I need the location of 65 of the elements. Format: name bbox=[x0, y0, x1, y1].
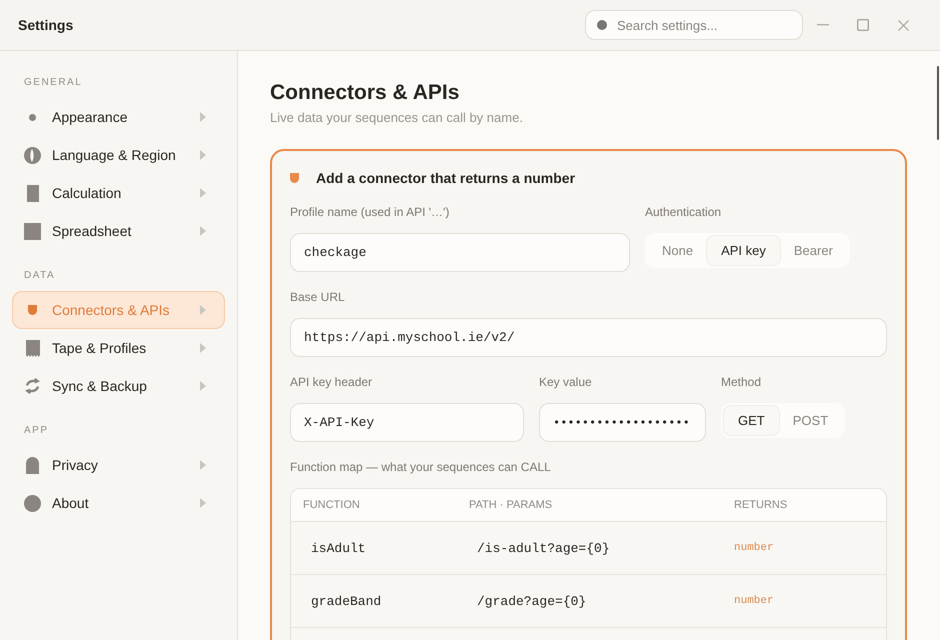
card-title: Add a connector that returns a number bbox=[316, 170, 576, 186]
sidebar-item[interactable]: Language & Region bbox=[12, 136, 225, 174]
profile-name-field[interactable]: checkage bbox=[290, 233, 630, 272]
sidebar-item[interactable]: Tape & Profiles bbox=[12, 329, 225, 367]
circle-icon bbox=[24, 494, 41, 512]
table-cell: number bbox=[721, 522, 886, 575]
section-label: GENERAL bbox=[24, 77, 82, 89]
field-label: API key header bbox=[290, 375, 372, 389]
receipt-icon bbox=[26, 340, 40, 356]
table-cell: /is-adult?age={0} bbox=[456, 522, 721, 575]
shield-icon bbox=[290, 173, 299, 183]
field-label: Method bbox=[721, 375, 762, 389]
column-header: FUNCTION bbox=[291, 489, 456, 522]
dot-icon bbox=[29, 114, 36, 120]
lock-icon bbox=[26, 456, 39, 474]
sidebar-item[interactable]: About bbox=[12, 484, 225, 522]
base-url-field[interactable]: https://api.myschool.ie/v2/ bbox=[290, 318, 887, 357]
field-label: Base URL bbox=[290, 290, 345, 304]
sidebar-item[interactable]: Appearance bbox=[12, 98, 225, 136]
chevron-icon bbox=[200, 343, 206, 353]
section-label: DATA bbox=[24, 270, 56, 282]
chevron-icon bbox=[200, 112, 206, 122]
table-cell: gradeBand bbox=[291, 575, 456, 628]
chevron-icon bbox=[200, 188, 206, 198]
auth-option[interactable]: None bbox=[648, 236, 708, 265]
api-key-header-field[interactable]: X-API-Key bbox=[290, 403, 524, 442]
method-option[interactable]: GET bbox=[724, 406, 779, 435]
search-field[interactable]: Search settings... bbox=[585, 10, 803, 40]
section-label: APP bbox=[24, 425, 49, 437]
password-field[interactable]: ••••••••••••••••••• bbox=[539, 403, 706, 442]
auth-option[interactable]: Bearer bbox=[780, 236, 847, 265]
sidebar-item[interactable]: Calculation bbox=[12, 174, 225, 212]
scrollbar[interactable] bbox=[937, 66, 939, 140]
table-cell: isAdult bbox=[291, 522, 456, 575]
chevron-icon bbox=[200, 305, 206, 315]
page-title: Connectors & APIs bbox=[270, 80, 460, 106]
minimize-icon bbox=[817, 24, 829, 26]
table-cell: /grade?age={0} bbox=[456, 575, 721, 628]
field-label: Profile name (used in API '…') bbox=[290, 205, 450, 219]
sidebar-item[interactable]: Sync & Backup bbox=[12, 367, 225, 405]
maximize-icon bbox=[857, 19, 869, 31]
sidebar-item[interactable]: Spreadsheet bbox=[12, 212, 225, 250]
auth-option[interactable]: API key bbox=[707, 236, 780, 265]
chevron-icon bbox=[200, 226, 206, 236]
method-option[interactable]: POST bbox=[778, 406, 842, 435]
shield-icon bbox=[28, 305, 37, 315]
window-title: Settings bbox=[18, 17, 74, 33]
close-icon bbox=[898, 20, 908, 30]
table-cell: number bbox=[721, 575, 886, 628]
square-icon bbox=[24, 222, 41, 240]
field-label: Key value bbox=[539, 375, 592, 389]
column-header: PATH · PARAMS bbox=[456, 489, 721, 522]
column-header: RETURNS bbox=[721, 489, 886, 522]
rectangle-icon bbox=[26, 184, 38, 202]
globe-icon bbox=[24, 146, 41, 164]
chevron-icon bbox=[200, 381, 206, 391]
dot-icon bbox=[597, 20, 607, 30]
sidebar-item[interactable]: Privacy bbox=[12, 446, 225, 484]
section-heading: Function map — what your sequences can CALL bbox=[290, 460, 551, 474]
chevron-icon bbox=[200, 460, 206, 470]
sync-icon bbox=[25, 378, 40, 394]
page-subtitle: Live data your sequences can call by name. bbox=[270, 110, 523, 125]
chevron-icon bbox=[200, 498, 206, 508]
chevron-icon bbox=[200, 150, 206, 160]
field-label: Authentication bbox=[645, 205, 722, 219]
